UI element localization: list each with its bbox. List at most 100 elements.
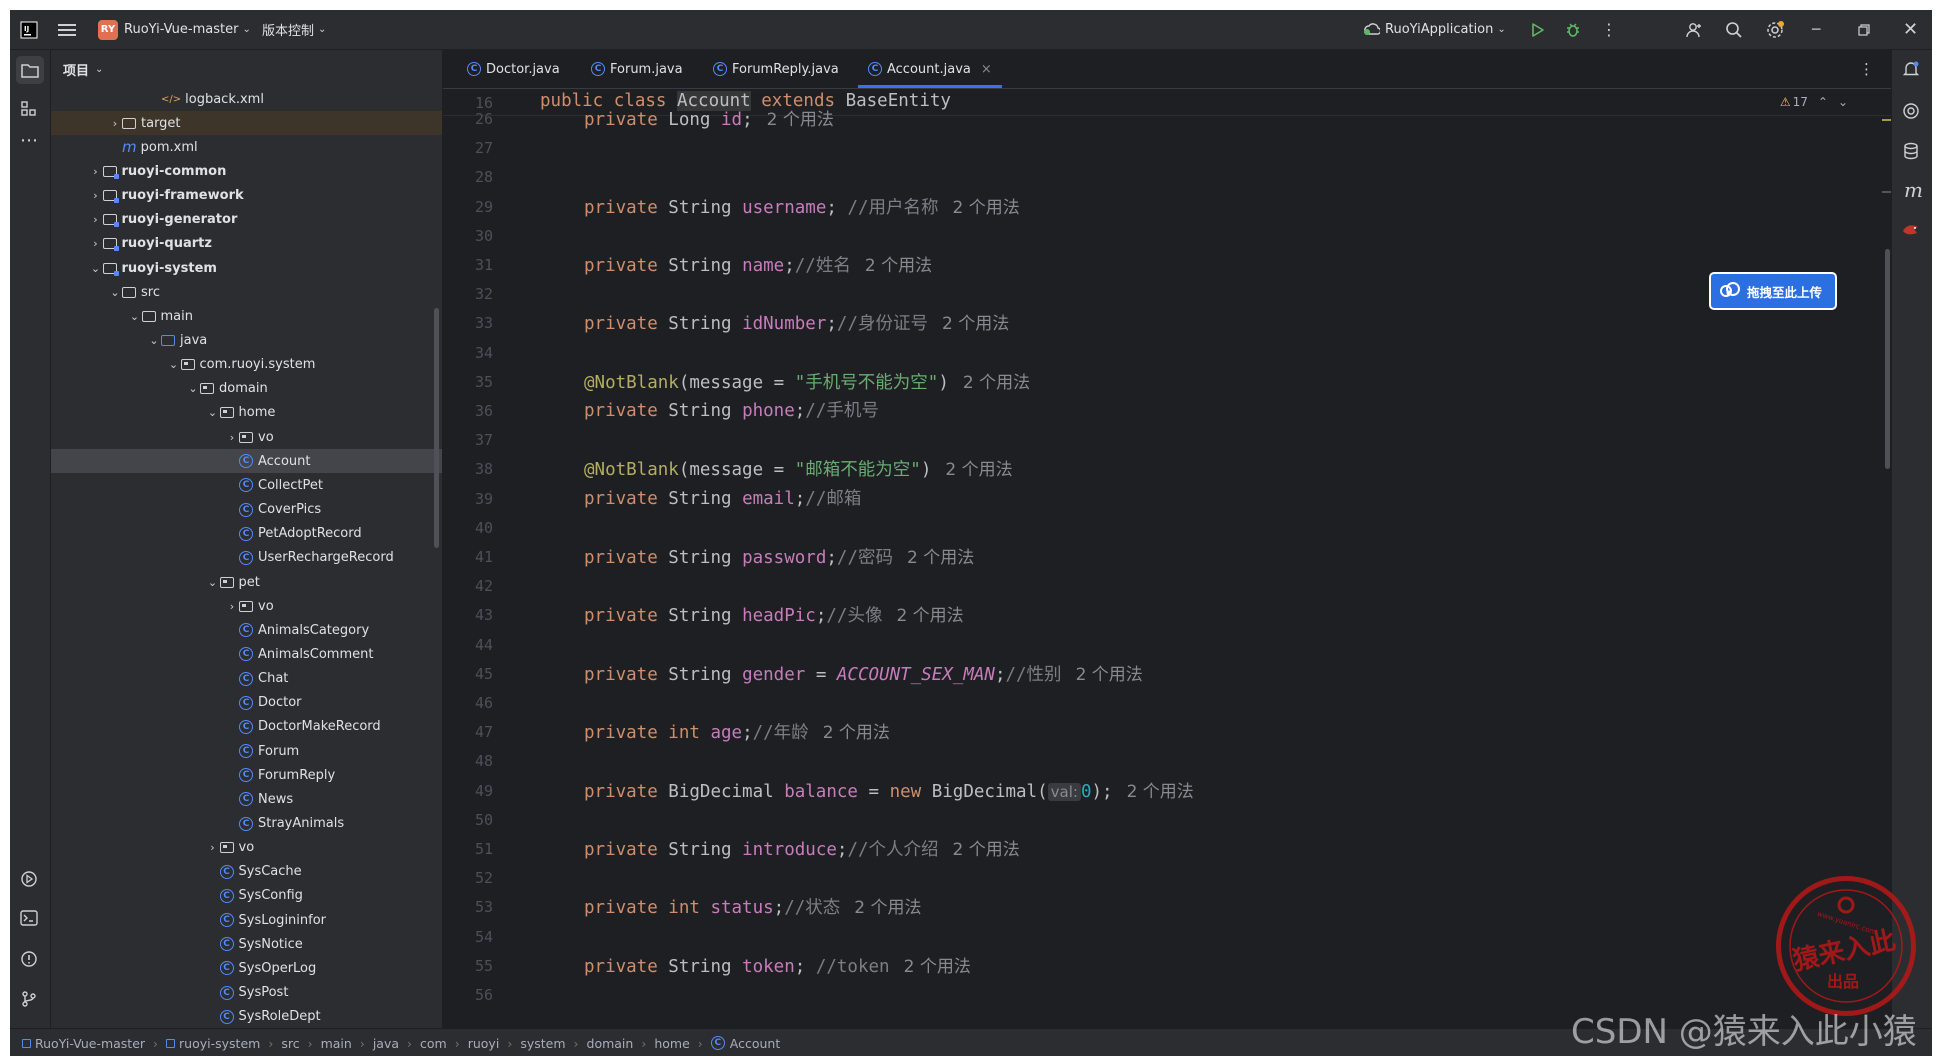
tree-item-ruoyi-generator[interactable]: › ruoyi-generator — [51, 208, 442, 232]
chevron-down-icon[interactable]: ⌄ — [147, 334, 161, 347]
settings-gear-icon[interactable] — [1765, 10, 1785, 49]
chevron-down-icon[interactable]: ⌄ — [186, 382, 200, 395]
tree-item-petadoptrecord[interactable]: C PetAdoptRecord — [51, 522, 442, 546]
services-tool-icon[interactable] — [20, 870, 38, 892]
breadcrumb-item[interactable]: domain — [587, 1036, 634, 1051]
tab-forumreply-java[interactable]: C ForumReply.java — [703, 50, 849, 88]
database-icon[interactable] — [1902, 142, 1920, 164]
chevron-down-icon[interactable]: ⌄ — [95, 64, 103, 75]
tree-item-com-ruoyi-system[interactable]: ⌄ com.ruoyi.system — [51, 353, 442, 377]
vcs-menu[interactable]: 版本控制 ⌄ — [262, 10, 326, 49]
warnings-indicator[interactable]: ⚠ 17 ⌃ ⌄ — [1780, 95, 1848, 109]
chevron-up-icon[interactable]: ⌃ — [1818, 95, 1828, 109]
breadcrumb-item[interactable]: RuoYi-Vue-master — [35, 1036, 145, 1051]
tree-item-pet[interactable]: ⌄ pet — [51, 570, 442, 594]
run-config-selector[interactable]: RuoYiApplication ⌄ — [1362, 10, 1506, 49]
tree-item-pom-xml[interactable]: m pom.xml — [51, 135, 442, 159]
tree-item-animalscategory[interactable]: C AnimalsCategory — [51, 618, 442, 642]
code-editor[interactable]: 16 public class Account extends BaseEnti… — [443, 89, 1892, 1028]
ai-assistant-icon[interactable] — [1902, 102, 1920, 124]
usages-hint[interactable]: 2 个用法 — [942, 314, 1009, 334]
run-icon[interactable] — [1530, 10, 1546, 49]
breadcrumb-item[interactable]: ruoyi-system — [179, 1036, 260, 1051]
usages-hint[interactable]: 2 个用法 — [896, 606, 963, 626]
tree-item-ruoyi-quartz[interactable]: › ruoyi-quartz — [51, 232, 442, 256]
add-user-icon[interactable] — [1685, 10, 1703, 49]
chevron-down-icon[interactable]: ⌄ — [89, 262, 103, 275]
drag-upload-button[interactable]: 拖拽至此上传 — [1709, 272, 1837, 310]
more-actions-icon[interactable]: ⋮ — [1601, 10, 1617, 49]
tree-item-target[interactable]: › target — [51, 111, 442, 136]
tree-item-ruoyi-system[interactable]: ⌄ ruoyi-system — [51, 256, 442, 280]
chevron-down-icon[interactable]: ⌄ — [167, 358, 181, 371]
tab-doctor-java[interactable]: C Doctor.java — [457, 50, 570, 88]
breadcrumb-item[interactable]: com — [420, 1036, 447, 1051]
tree-item-src[interactable]: ⌄ src — [51, 280, 442, 304]
usages-hint[interactable]: 2 个用法 — [767, 110, 834, 130]
tree-item-sysoperlog[interactable]: C SysOperLog — [51, 956, 442, 980]
tree-item-sysnotice[interactable]: C SysNotice — [51, 932, 442, 956]
main-menu-icon[interactable] — [58, 10, 76, 49]
breadcrumb-item[interactable]: Account — [730, 1036, 780, 1051]
project-panel-title[interactable]: 项目 — [63, 60, 89, 79]
tree-item-syslogininfor[interactable]: C SysLogininfor — [51, 908, 442, 932]
usages-hint[interactable]: 2 个用法 — [963, 373, 1030, 393]
close-window-icon[interactable]: ✕ — [1903, 10, 1918, 49]
tree-item-java[interactable]: ⌄ java — [51, 329, 442, 353]
chevron-down-icon[interactable]: ⌄ — [128, 310, 142, 323]
breadcrumb-item[interactable]: system — [520, 1036, 565, 1051]
plugin-bird-icon[interactable] — [1902, 222, 1920, 241]
tree-item-sysroledept[interactable]: C SysRoleDept — [51, 1005, 442, 1028]
editor-scrollbar[interactable] — [1885, 249, 1890, 469]
tab-forum-java[interactable]: C Forum.java — [581, 50, 693, 88]
terminal-tool-icon[interactable] — [20, 910, 38, 930]
tree-item-vo[interactable]: › vo — [51, 425, 442, 449]
tree-item-doctor[interactable]: C Doctor — [51, 691, 442, 715]
breadcrumb-item[interactable]: main — [321, 1036, 352, 1051]
tree-item-coverpics[interactable]: C CoverPics — [51, 498, 442, 522]
usages-hint[interactable]: 2 个用法 — [953, 198, 1020, 218]
usages-hint[interactable]: 2 个用法 — [854, 898, 921, 918]
chevron-down-icon[interactable]: ⌄ — [1838, 95, 1848, 109]
problems-tool-icon[interactable] — [20, 950, 38, 972]
chevron-right-icon[interactable]: › — [206, 841, 220, 854]
project-switcher[interactable]: RY RuoYi-Vue-master ⌄ — [98, 10, 251, 49]
usages-hint[interactable]: 2 个用法 — [1127, 782, 1194, 802]
tree-scrollbar[interactable] — [434, 308, 439, 548]
tree-item-collectpet[interactable]: C CollectPet — [51, 473, 442, 497]
tree-item-forumreply[interactable]: C ForumReply — [51, 763, 442, 787]
breadcrumb-item[interactable]: ruoyi — [468, 1036, 500, 1051]
tree-item-account[interactable]: C Account — [51, 449, 442, 474]
tree-item-chat[interactable]: C Chat — [51, 667, 442, 691]
chevron-right-icon[interactable]: › — [108, 117, 122, 130]
tree-item-doctormakerecord[interactable]: C DoctorMakeRecord — [51, 715, 442, 739]
breadcrumb-item[interactable]: home — [654, 1036, 689, 1051]
tabs-more-icon[interactable]: ⋮ — [1859, 60, 1874, 78]
tree-item-news[interactable]: C News — [51, 787, 442, 811]
chevron-down-icon[interactable]: ⌄ — [206, 406, 220, 419]
usages-hint[interactable]: 2 个用法 — [904, 957, 971, 977]
project-tool-icon[interactable] — [16, 56, 44, 84]
structure-tool-icon[interactable] — [20, 100, 38, 122]
chevron-right-icon[interactable]: › — [89, 237, 103, 250]
tree-item-syspost[interactable]: C SysPost — [51, 981, 442, 1005]
restore-icon[interactable] — [1858, 10, 1870, 49]
tree-item-home[interactable]: ⌄ home — [51, 401, 442, 425]
close-tab-icon[interactable]: × — [981, 62, 992, 77]
tree-item-userrechargerecord[interactable]: C UserRechargeRecord — [51, 546, 442, 570]
usages-hint[interactable]: 2 个用法 — [1076, 665, 1143, 685]
notifications-icon[interactable] — [1902, 60, 1920, 82]
app-logo-icon[interactable]: IJ — [20, 10, 38, 49]
breadcrumb-item[interactable]: src — [281, 1036, 299, 1051]
maven-icon[interactable]: m — [1904, 178, 1923, 202]
usages-hint[interactable]: 2 个用法 — [945, 460, 1012, 480]
tree-item-sysconfig[interactable]: C SysConfig — [51, 884, 442, 908]
usages-hint[interactable]: 2 个用法 — [907, 548, 974, 568]
chevron-right-icon[interactable]: › — [225, 431, 239, 444]
chevron-right-icon[interactable]: › — [225, 600, 239, 613]
tree-item-vo[interactable]: › vo — [51, 836, 442, 860]
debug-icon[interactable] — [1565, 10, 1581, 49]
tree-item-vo[interactable]: › vo — [51, 594, 442, 618]
breadcrumb-item[interactable]: java — [373, 1036, 399, 1051]
tree-item-syscache[interactable]: C SysCache — [51, 860, 442, 884]
